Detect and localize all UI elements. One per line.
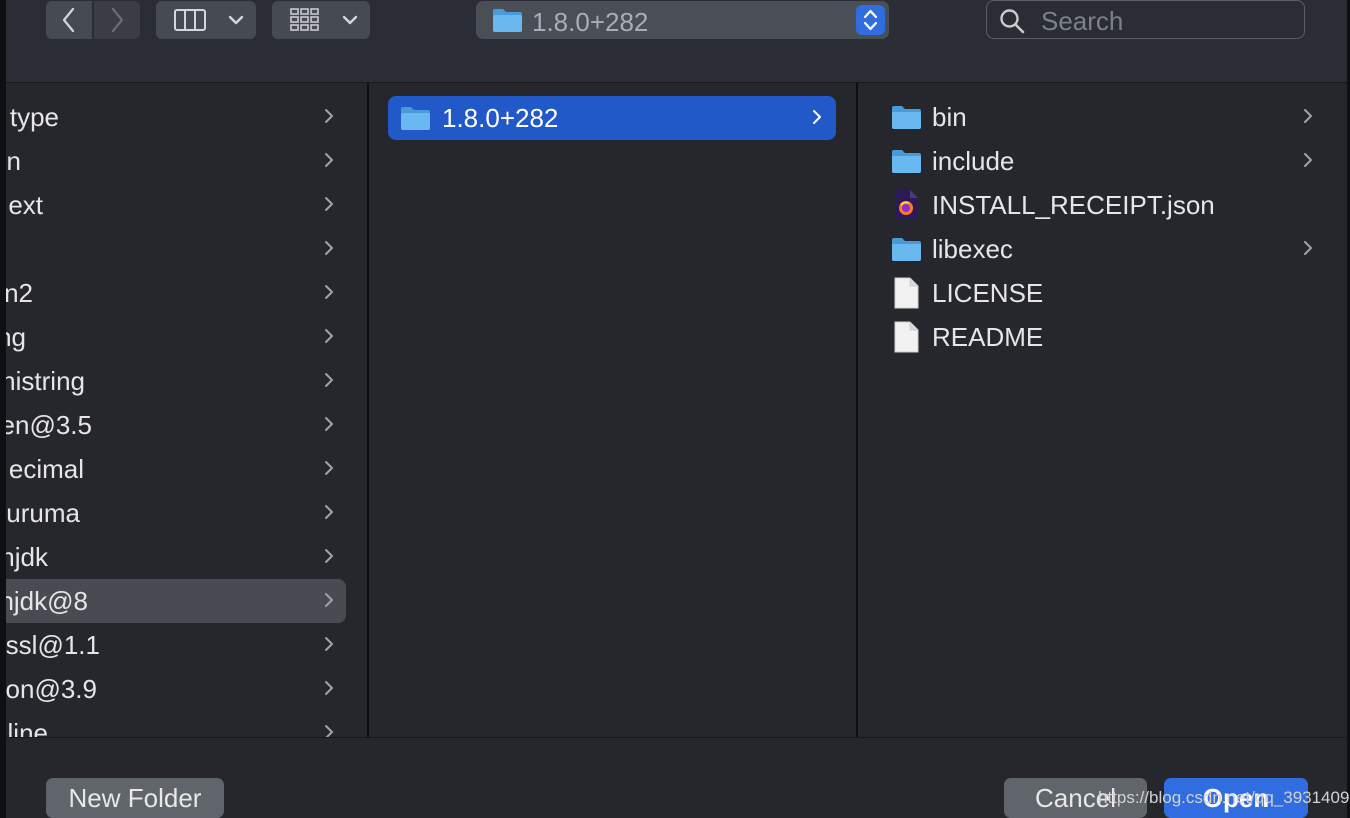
- path-label: 1.8.0+282: [532, 7, 649, 37]
- folder-icon: [892, 238, 921, 261]
- list-item-label: LICENSE: [932, 277, 1044, 308]
- list-item[interactable]: line: [6, 711, 346, 737]
- chevron-right-icon: [325, 241, 333, 255]
- nav-button-group: [46, 1, 140, 39]
- search-placeholder: Search: [1041, 6, 1124, 36]
- chevron-right-icon: [325, 373, 333, 387]
- list-item[interactable]: ng: [6, 315, 346, 359]
- chevron-left-icon: [62, 7, 75, 33]
- chevron-right-icon: [325, 505, 333, 519]
- list-item-label: ng: [6, 321, 26, 352]
- document-icon: [894, 321, 919, 353]
- chevron-down-icon: [342, 15, 358, 25]
- list-item[interactable]: en@3.5: [6, 403, 346, 447]
- search-icon: [1000, 9, 1025, 34]
- column-browser: type n ext n2 ng nistring en@3.5 ecimal uruma njd…: [6, 83, 1347, 738]
- path-stepper[interactable]: [856, 5, 885, 35]
- chevron-right-icon: [325, 461, 333, 475]
- column-parent: type n ext n2 ng nistring en@3.5 ecimal uruma njd…: [6, 83, 366, 737]
- list-item[interactable]: uruma: [6, 491, 346, 535]
- list-item-label: n2: [6, 277, 33, 308]
- list-item[interactable]: nistring: [6, 359, 346, 403]
- column-current: 1.8.0+282: [370, 83, 856, 737]
- list-item[interactable]: README: [859, 315, 1339, 359]
- column-contents: bin include INSTALL_RECEIPT.jsonlibexec LIC…: [859, 83, 1347, 737]
- list-item-label: njdk: [6, 541, 48, 572]
- toolbar: 1.8.0+282 Search: [6, 0, 1347, 83]
- view-mode-button[interactable]: [156, 1, 256, 39]
- chevron-right-icon: [325, 329, 333, 343]
- folder-icon: [892, 106, 921, 129]
- list-item-label: n: [6, 145, 21, 176]
- back-button[interactable]: [46, 1, 92, 39]
- firefox-document-icon: [895, 190, 918, 220]
- list-item-label: ext: [8, 189, 43, 220]
- list-item[interactable]: LICENSE: [859, 271, 1339, 315]
- path-popup[interactable]: 1.8.0+282: [476, 1, 889, 39]
- column-divider[interactable]: [367, 83, 369, 737]
- list-item[interactable]: 1.8.0+282: [388, 96, 836, 140]
- list-item-label: uruma: [6, 497, 80, 528]
- group-by-button[interactable]: [272, 1, 370, 39]
- chevron-right-icon: [111, 7, 124, 33]
- chevron-right-icon: [325, 109, 333, 123]
- chevron-right-icon: [325, 593, 333, 607]
- chevron-right-icon: [1304, 241, 1312, 255]
- list-item[interactable]: include: [859, 139, 1339, 183]
- column-divider[interactable]: [856, 83, 858, 737]
- forward-button[interactable]: [94, 1, 140, 39]
- watermark-text: https://blog.csdn.net/qq_39314099: [1098, 788, 1350, 807]
- folder-icon: [892, 150, 921, 173]
- document-icon: [894, 277, 919, 309]
- chevron-right-icon: [1304, 109, 1312, 123]
- list-item-label: njdk@8: [6, 585, 88, 616]
- folder-icon: [493, 9, 522, 32]
- list-item[interactable]: [6, 227, 346, 271]
- list-item[interactable]: libexec: [859, 227, 1339, 271]
- search-field[interactable]: Search: [986, 0, 1305, 39]
- list-item-label: line: [7, 717, 48, 738]
- list-item-label: on@3.9: [6, 673, 97, 704]
- list-item[interactable]: type: [6, 95, 346, 139]
- chevron-right-icon: [325, 153, 333, 167]
- list-item[interactable]: bin: [859, 95, 1339, 139]
- chevron-right-icon: [813, 110, 821, 124]
- list-item[interactable]: njdk: [6, 535, 346, 579]
- chevron-right-icon: [325, 197, 333, 211]
- list-item[interactable]: on@3.9: [6, 667, 346, 711]
- up-down-arrows-icon: [863, 9, 878, 31]
- chevron-right-icon: [325, 285, 333, 299]
- chevron-down-icon: [228, 15, 244, 25]
- list-item[interactable]: n2: [6, 271, 346, 315]
- folder-icon: [401, 107, 430, 130]
- list-item-label: README: [932, 321, 1044, 352]
- list-item-label: nistring: [6, 365, 85, 396]
- list-item-label: INSTALL_RECEIPT.json: [932, 189, 1215, 220]
- list-item-label: bin: [932, 101, 967, 132]
- chevron-right-icon: [325, 681, 333, 695]
- list-item[interactable]: INSTALL_RECEIPT.json: [859, 183, 1339, 227]
- chevron-right-icon: [325, 417, 333, 431]
- list-item-label: nssl@1.1: [6, 629, 100, 660]
- list-item-label: include: [932, 145, 1015, 176]
- chevron-right-icon: [325, 637, 333, 651]
- list-item-label: en@3.5: [6, 409, 92, 440]
- chevron-right-icon: [1304, 153, 1312, 167]
- list-item[interactable]: njdk@8: [6, 579, 346, 623]
- list-item-label: 1.8.0+282: [442, 102, 559, 133]
- list-item-label: type: [9, 101, 59, 132]
- list-item[interactable]: ext: [6, 183, 346, 227]
- chevron-right-icon: [325, 725, 333, 737]
- grid-icon: [290, 8, 319, 31]
- list-item-label: libexec: [932, 233, 1013, 264]
- new-folder-button[interactable]: New Folder: [46, 778, 224, 818]
- list-item[interactable]: n: [6, 139, 346, 183]
- list-item-label: ecimal: [8, 453, 84, 484]
- chevron-right-icon: [325, 549, 333, 563]
- list-item[interactable]: nssl@1.1: [6, 623, 346, 667]
- list-item[interactable]: ecimal: [6, 447, 346, 491]
- columns-view-icon: [174, 9, 206, 31]
